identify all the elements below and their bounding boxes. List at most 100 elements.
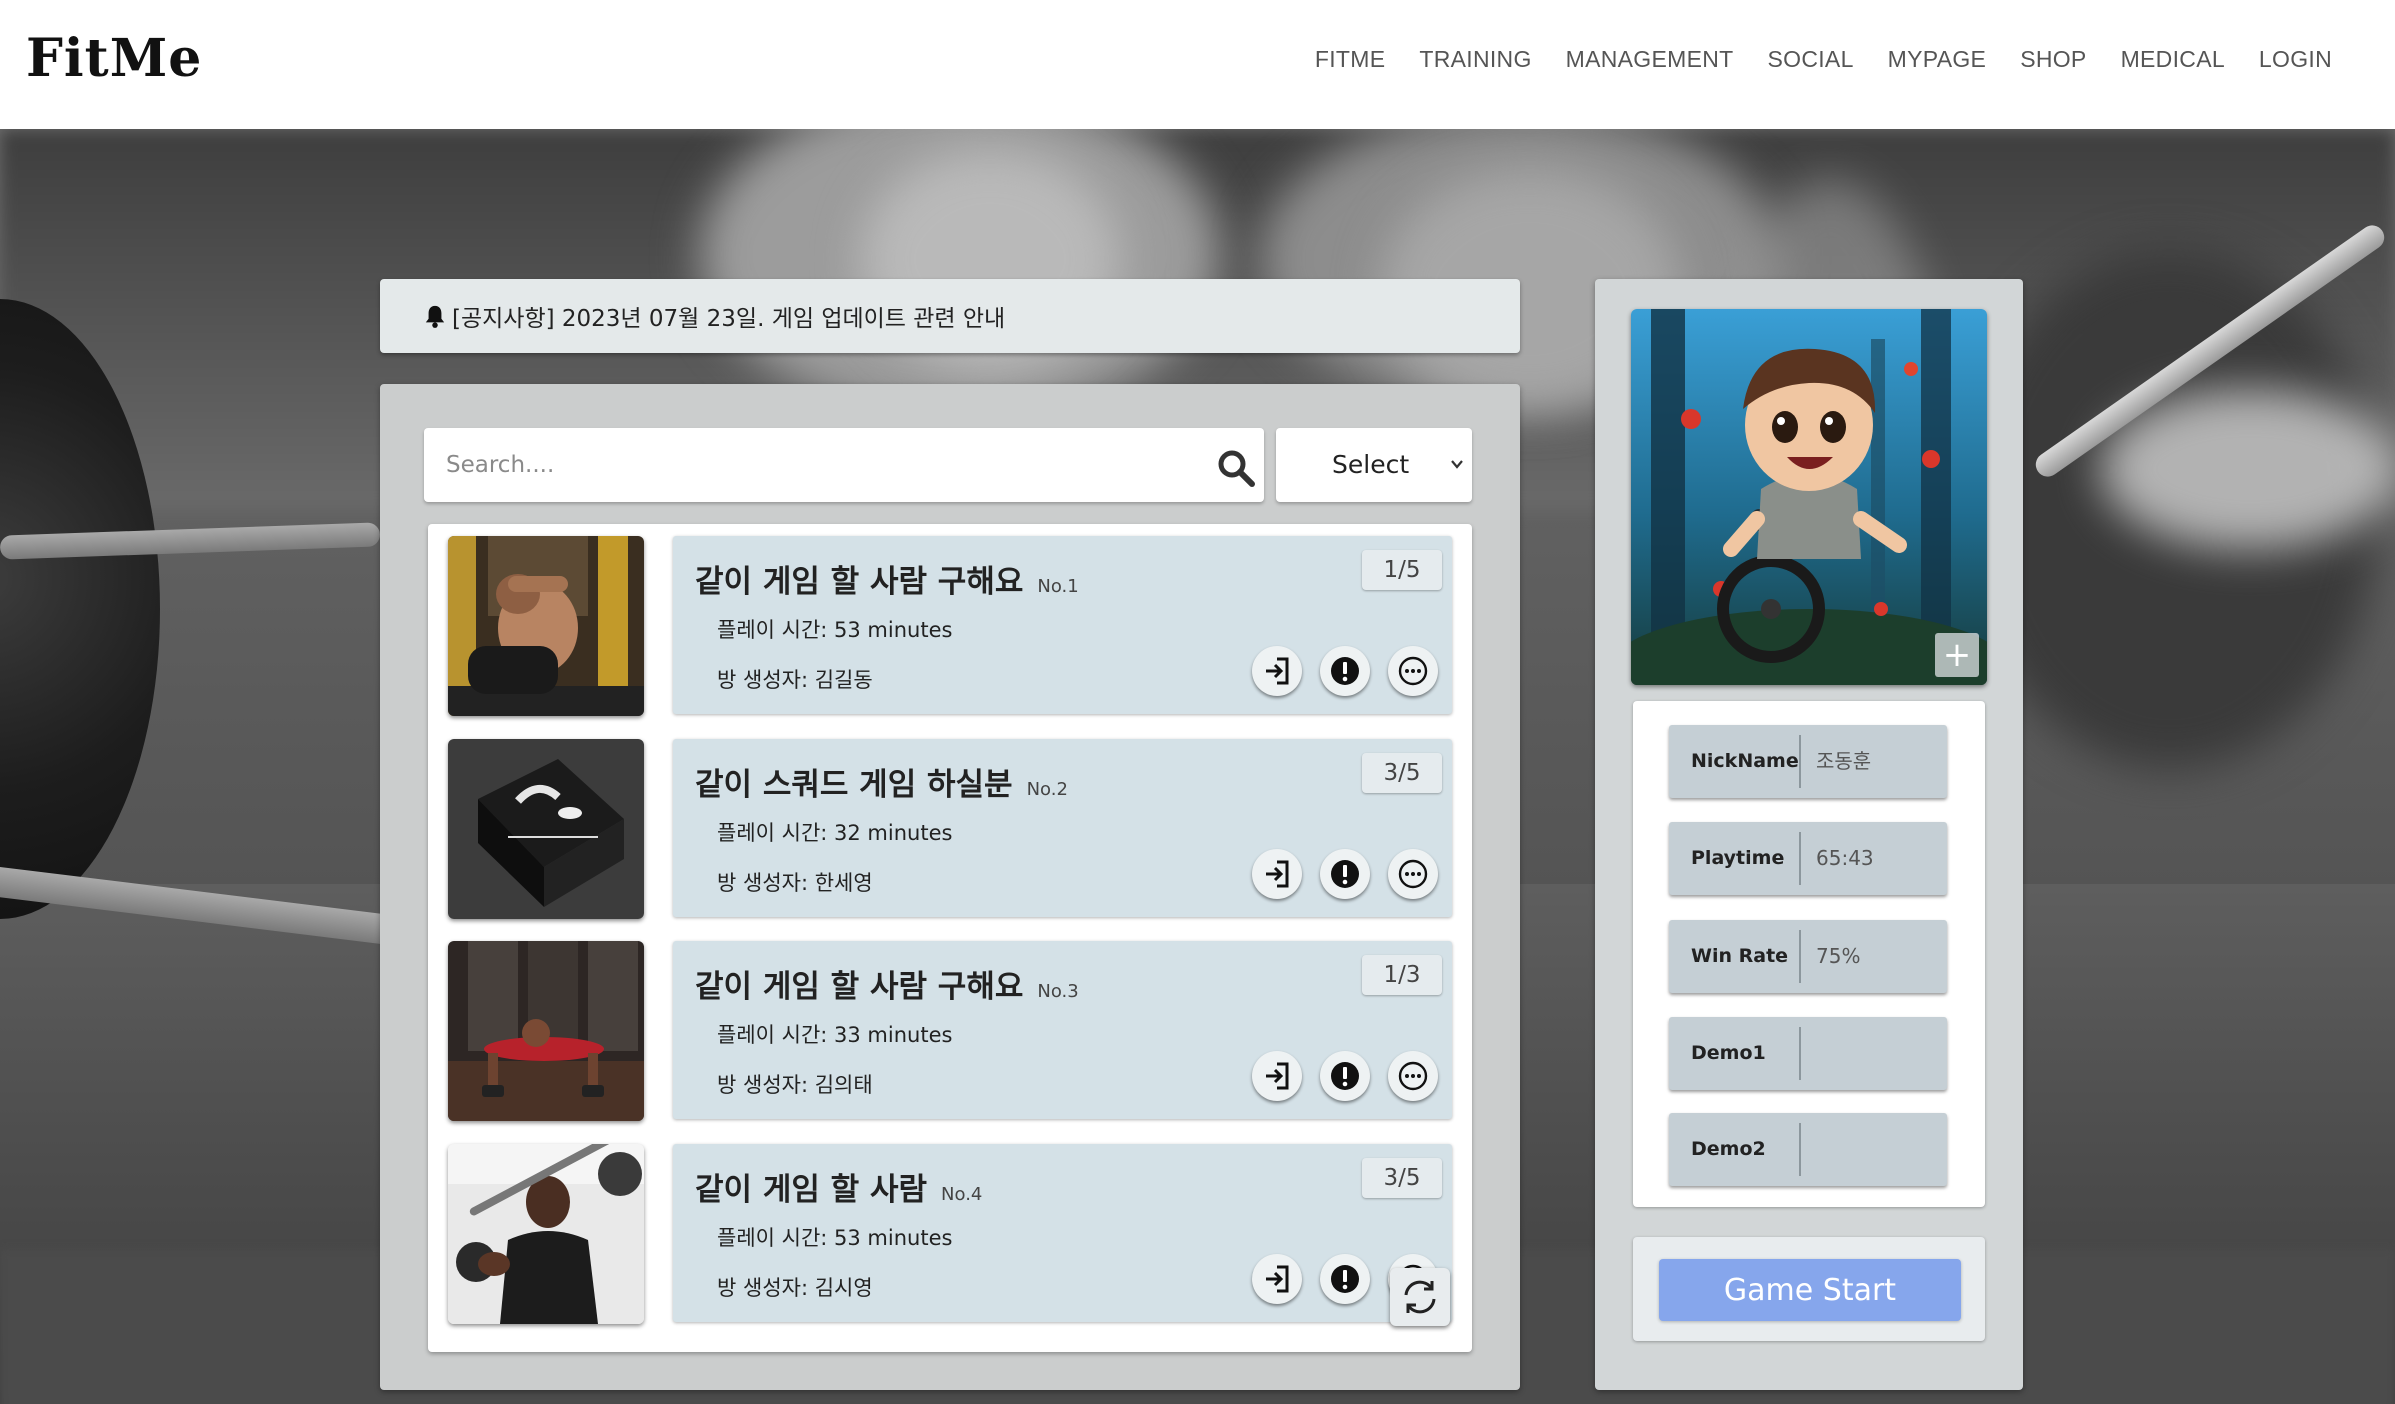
notice-bar[interactable]: [공지사항] 2023년 07월 23일. 게임 업데이트 관련 안내 [380,279,1520,353]
enter-icon [1266,1062,1289,1090]
room-item[interactable]: 같이 게임 할 사람 구해요 No.3 1/3 플레이 시간: 33 minute… [448,941,1452,1121]
search-input[interactable] [424,428,1184,502]
stat-nickname: NickName 조동훈 [1669,725,1947,798]
stat-divider [1799,1027,1801,1080]
room-player-count: 1/3 [1362,955,1442,995]
stat-label: Win Rate [1691,945,1789,967]
main-nav: FITME TRAINING MANAGEMENT SOCIAL MYPAGE … [1315,46,2332,73]
enter-room-button[interactable] [1252,1254,1302,1304]
room-player-count: 1/5 [1362,550,1442,590]
room-number: No.3 [1037,981,1079,1002]
stat-label: Demo1 [1691,1042,1766,1064]
nav-item-management[interactable]: MANAGEMENT [1566,46,1734,73]
room-host: 방 생성자: 김의태 [717,1073,873,1097]
refresh-icon [1404,1280,1436,1314]
alert-icon [1331,1062,1359,1090]
nav-item-shop[interactable]: SHOP [2020,46,2086,73]
room-playtime: 플레이 시간: 53 minutes [717,618,953,642]
stat-playtime: Playtime 65:43 [1669,822,1947,895]
room-title: 같이 게임 할 사람 구해요 No.3 [695,969,1079,1005]
top-navbar: FitMe FITME TRAINING MANAGEMENT SOCIAL M… [0,0,2395,129]
nav-item-mypage[interactable]: MYPAGE [1888,46,1987,73]
enter-room-button[interactable] [1252,849,1302,899]
room-thumbnail [448,739,644,919]
enter-icon [1266,1265,1289,1293]
report-room-button[interactable] [1320,849,1370,899]
nav-item-social[interactable]: SOCIAL [1768,46,1854,73]
room-host: 방 생성자: 김길동 [717,668,873,692]
stat-label: NickName [1691,750,1799,772]
room-playtime: 플레이 시간: 32 minutes [717,821,953,845]
more-icon [1398,859,1428,889]
brand-logo[interactable]: FitMe [26,28,202,89]
room-playtime: 플레이 시간: 53 minutes [717,1226,953,1250]
stat-value: 75% [1816,944,1861,968]
avatar: + [1631,309,1987,685]
stat-demo2: Demo2 [1669,1113,1947,1186]
stat-win-rate: Win Rate 75% [1669,920,1947,993]
room-number: No.1 [1037,576,1079,597]
notice-text: [공지사항] 2023년 07월 23일. 게임 업데이트 관련 안내 [452,306,1006,332]
room-item[interactable]: 같이 스쿼드 게임 하실분 No.2 3/5 플레이 시간: 32 minutes… [448,739,1452,919]
select-value: Select [1332,450,1410,479]
alert-icon [1331,860,1359,888]
room-host: 방 생성자: 김시영 [717,1276,873,1300]
room-item[interactable]: 같이 게임 할 사람 No.4 3/5 플레이 시간: 53 minutes 방 … [448,1144,1452,1324]
search-icon[interactable] [1216,448,1256,488]
room-number: No.2 [1026,779,1068,800]
bell-icon [425,305,445,328]
nav-item-fitme[interactable]: FITME [1315,46,1386,73]
stat-value: 조동훈 [1816,749,1872,773]
room-thumbnail [448,1144,644,1324]
report-room-button[interactable] [1320,1254,1370,1304]
profile-panel: + NickName 조동훈 Playtime 65:43 Win Rate 7… [1595,279,2023,1390]
enter-icon [1266,860,1289,888]
enter-room-button[interactable] [1252,646,1302,696]
stat-divider [1799,735,1801,788]
nav-item-login[interactable]: LOGIN [2259,46,2332,73]
room-player-count: 3/5 [1362,1158,1442,1198]
room-player-count: 3/5 [1362,753,1442,793]
stat-divider [1799,832,1801,885]
more-icon [1398,656,1428,686]
room-card: 같이 게임 할 사람 No.4 3/5 플레이 시간: 53 minutes 방 … [673,1144,1452,1322]
room-item[interactable]: 같이 게임 할 사람 구해요 No.1 1/5 플레이 시간: 53 minute… [448,536,1452,716]
profile-stats: NickName 조동훈 Playtime 65:43 Win Rate 75%… [1633,701,1985,1207]
room-card: 같이 게임 할 사람 구해요 No.3 1/3 플레이 시간: 33 minute… [673,941,1452,1119]
alert-icon [1331,657,1359,685]
game-start-button[interactable]: Game Start [1659,1259,1961,1321]
more-icon [1398,1061,1428,1091]
stat-label: Demo2 [1691,1138,1766,1160]
room-playtime: 플레이 시간: 33 minutes [717,1023,953,1047]
game-start-area: Game Start [1633,1237,1985,1341]
refresh-button[interactable] [1390,1268,1450,1326]
search-bar [424,428,1264,502]
game-room-panel: Select 같이 게임 할 사람 구 [380,384,1520,1390]
add-avatar-button[interactable]: + [1935,633,1979,677]
room-host: 방 생성자: 한세영 [717,871,873,895]
room-more-button[interactable] [1388,646,1438,696]
report-room-button[interactable] [1320,646,1370,696]
room-card: 같이 스쿼드 게임 하실분 No.2 3/5 플레이 시간: 32 minutes… [673,739,1452,917]
room-thumbnail [448,536,644,716]
room-filter-select[interactable]: Select [1276,428,1472,502]
nav-item-training[interactable]: TRAINING [1419,46,1531,73]
room-card: 같이 게임 할 사람 구해요 No.1 1/5 플레이 시간: 53 minute… [673,536,1452,714]
stat-divider [1799,930,1801,983]
stat-value: 65:43 [1816,846,1874,870]
stat-divider [1799,1123,1801,1176]
room-more-button[interactable] [1388,849,1438,899]
room-title: 같이 게임 할 사람 구해요 No.1 [695,564,1079,600]
report-room-button[interactable] [1320,1051,1370,1101]
nav-item-medical[interactable]: MEDICAL [2121,46,2225,73]
room-list[interactable]: 같이 게임 할 사람 구해요 No.1 1/5 플레이 시간: 53 minute… [428,524,1472,1352]
enter-room-button[interactable] [1252,1051,1302,1101]
room-thumbnail [448,941,644,1121]
alert-icon [1331,1265,1359,1293]
enter-icon [1266,657,1289,685]
stat-label: Playtime [1691,847,1785,869]
room-more-button[interactable] [1388,1051,1438,1101]
room-number: No.4 [941,1184,983,1205]
chevron-down-icon [1451,460,1463,469]
room-title: 같이 게임 할 사람 No.4 [695,1172,983,1208]
